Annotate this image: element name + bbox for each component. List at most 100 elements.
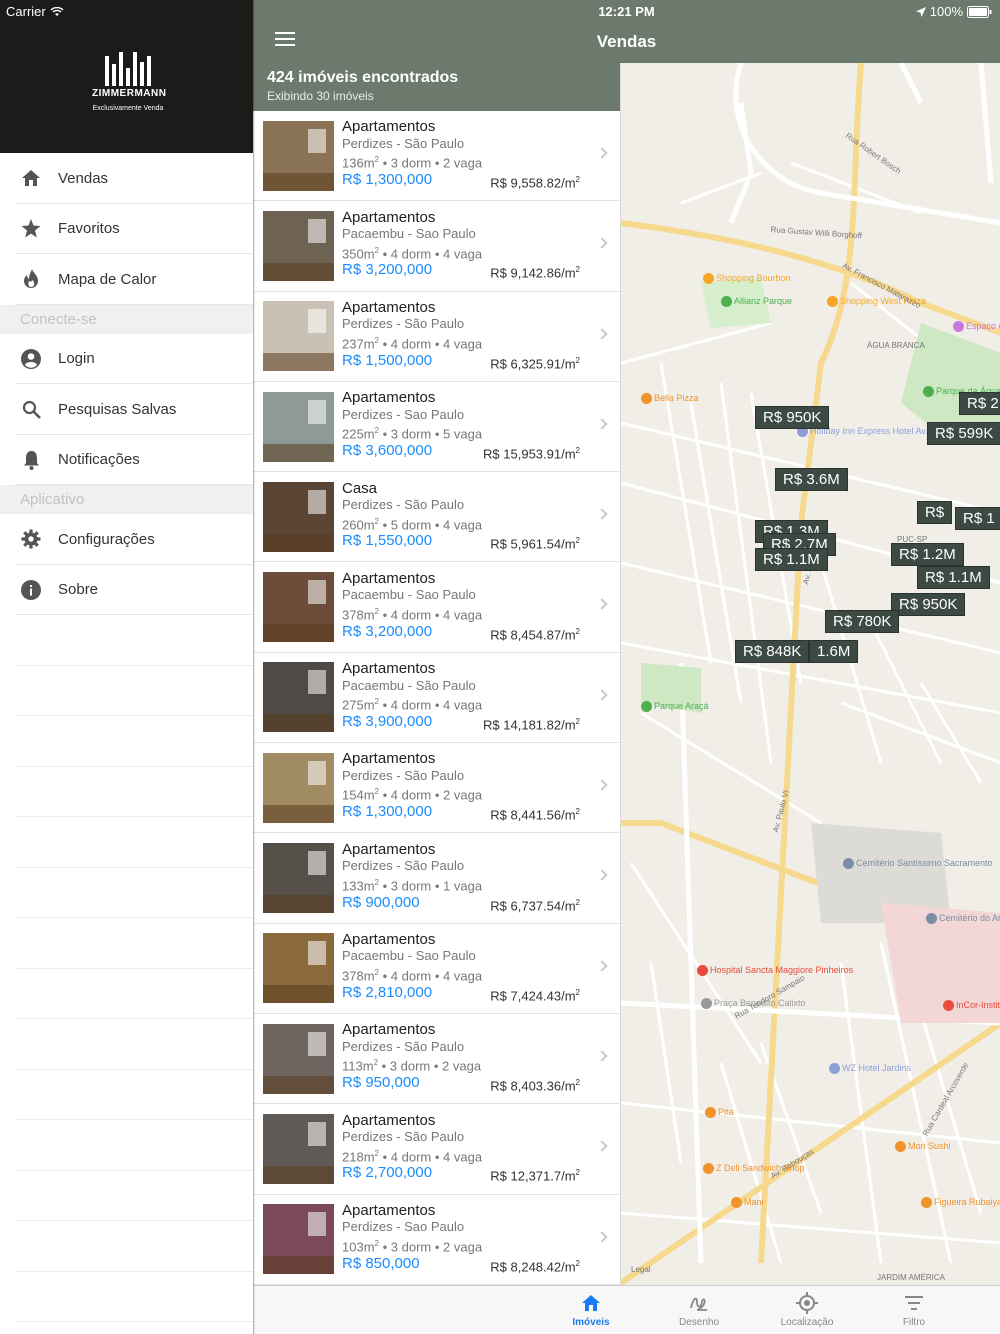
list-item[interactable]: Apartamentos Perdizes - São Paulo 136m2 • … [253,111,620,202]
property-vaga: 2 vaga [443,155,483,171]
property-type: Apartamentos [342,569,436,587]
price-marker[interactable]: R$ 780K [825,610,900,633]
property-area: 225m [342,426,375,442]
property-type: Apartamentos [342,930,436,948]
price-per-m2: R$ 7,424.43/m2 [490,987,580,1004]
price-marker[interactable]: R$ 599K [927,422,1000,445]
property-area: 378m [342,968,375,984]
price-per-m2-value: R$ 8,248.42/m [490,1259,576,1275]
home-icon [20,167,42,189]
list-item[interactable]: Apartamentos Pacaembu - São Paulo 275m2 • … [253,653,620,744]
property-dorm: 3 dorm [390,878,432,894]
property-specs: 113m2 • 3 dorm • 2 vaga [342,1058,482,1074]
price-marker[interactable]: R$ 950K [755,406,830,429]
property-list[interactable]: 424 imóveis encontrados Exibindo 30 imóv… [253,63,620,1285]
price-marker[interactable]: R$ 1.1M [755,548,828,571]
list-item[interactable]: Apartamentos Perdizes - Sao Paulo 225m2 • … [253,382,620,473]
property-info: Apartamentos Pacaembu - São Paulo 275m2 • … [342,661,620,734]
location-arrow-icon [915,6,926,17]
poi-pin-icon [641,393,652,405]
property-price: R$ 2,700,000 [342,1164,433,1182]
property-vaga: 2 vaga [443,1239,483,1255]
list-item[interactable]: Apartamentos Perdizes - São Paulo 154m2 • … [253,743,620,834]
list-item[interactable]: Apartamentos Pacaembu - Sao Paulo 378m2 • … [253,562,620,653]
map-view[interactable]: Shopping Bourbon Allianz Parque Shopping W… [620,63,1000,1285]
property-area: 260m [342,516,375,532]
sidebar-item-label: Mapa de Calor [58,270,157,288]
property-specs: 136m2 • 3 dorm • 2 vaga [342,155,483,171]
map-poi[interactable]: Cemitério do Araçá [926,913,1000,925]
map-poi[interactable]: InCor-Instit do Coraçã [943,1000,1000,1012]
map-poi[interactable]: Mori Sushi [895,1141,951,1153]
property-photo [263,120,334,191]
sidebar-item-notificacoes[interactable]: Notificações [0,435,253,486]
section-header-aplicativo: Aplicativo [0,485,253,514]
info-icon [20,579,42,601]
sidebar-item-configuracoes[interactable]: Configurações [0,514,253,565]
tab-label: Filtro [902,1317,926,1328]
map-poi[interactable]: Espaço das Américas [953,321,1000,333]
map-poi[interactable]: Bella Pizza [641,393,699,405]
map-poi[interactable]: Pita [705,1107,734,1119]
list-item[interactable]: Apartamentos Pacaembu - Sao Paulo 350m2 • … [253,201,620,292]
list-item[interactable]: Apartamentos Perdizes - Sao Paulo 103m2 • … [253,1195,620,1285]
sidebar-item-sobre[interactable]: Sobre [0,565,253,616]
price-marker[interactable]: R$ 2 [959,392,1000,415]
sidebar-item-mapa-de-calor[interactable]: Mapa de Calor [0,254,253,305]
poi-pin-icon [843,858,854,870]
price-marker[interactable]: R$ 1 [955,507,1000,530]
page-title: Vendas [596,32,657,51]
map-poi[interactable]: Parque Araçá [641,701,709,713]
price-marker[interactable]: R$ 3.6M [775,468,848,491]
tab-imoveis[interactable]: Imóveis [546,1292,636,1328]
map-poi[interactable]: WZ Hotel Jardins [829,1063,911,1075]
price-per-m2: R$ 9,142.86/m2 [490,265,580,281]
sidebar-item-favoritos[interactable]: Favoritos [0,204,253,255]
price-per-m2-value: R$ 9,558.82/m [490,175,576,191]
price-marker[interactable]: 1.6M [809,640,859,663]
property-specs: 154m2 • 4 dorm • 2 vaga [342,787,483,803]
map-poi[interactable]: Mani [731,1197,764,1209]
list-item[interactable]: Apartamentos Pacaembu - Sao Paulo 378m2 • … [253,924,620,1014]
poi-pin-icon [827,296,838,308]
property-specs: 275m2 • 4 dorm • 4 vaga [342,697,483,713]
property-dorm: 3 dorm [390,1239,432,1255]
list-item[interactable]: Apartamentos Perdizes - São Paulo 218m2 • … [253,1104,620,1195]
property-price: R$ 3,900,000 [342,712,433,730]
price-marker[interactable]: R$ 848K [735,640,810,663]
list-item[interactable]: Apartamentos Perdizes - São Paulo 133m2 • … [253,833,620,924]
property-vaga: 4 vaga [443,245,483,261]
tab-bar: Imóveis Desenho Localização Filtro [253,1285,1000,1334]
price-marker[interactable]: R$ [917,501,953,524]
price-marker[interactable]: R$ 1.2M [891,543,964,566]
map-poi[interactable]: Allianz Parque [721,296,792,308]
sidebar-item-login[interactable]: Login [0,334,253,385]
tab-localizacao[interactable]: Localização [762,1292,852,1328]
property-info: Apartamentos Perdizes - Sao Paulo 103m2 • … [342,1202,620,1276]
property-info: Apartamentos Pacaembu - Sao Paulo 378m2 • … [342,569,620,644]
empty-row [0,1272,253,1323]
property-price: R$ 3,600,000 [342,442,433,460]
tab-filtro[interactable]: Filtro [869,1292,959,1328]
flame-icon [20,268,42,290]
map-poi[interactable]: Shopping Bourbon [703,273,791,285]
poi-label: Mani [744,1197,764,1207]
price-marker[interactable]: R$ 950K [891,593,966,616]
sidebar-item-pesquisas-salvas[interactable]: Pesquisas Salvas [0,384,253,435]
property-dorm: 4 dorm [390,607,432,623]
property-specs: 260m2 • 5 dorm • 4 vaga [342,516,483,532]
tab-desenho[interactable]: Desenho [654,1292,744,1328]
property-info: Apartamentos Perdizes - São Paulo 136m2 • … [342,119,620,192]
map-poi[interactable]: Hospital Sancta Maggiore Pinheiros [697,965,853,977]
list-item[interactable]: Casa Perdizes - São Paulo 260m2 • 5 dorm •… [253,472,620,563]
empty-row [0,817,253,868]
price-marker[interactable]: R$ 1.1M [917,566,990,589]
property-vaga: 4 vaga [443,697,483,713]
list-item[interactable]: Apartamentos Perdizes - São Paulo 237m2 • … [253,292,620,382]
map-poi[interactable]: Figueira Rubaiyat [921,1197,1000,1209]
sidebar-item-vendas[interactable]: Vendas [0,153,253,204]
map-poi[interactable]: Cemitério Santíssimo Sacramento [843,858,993,870]
property-vaga: 4 vaga [443,968,483,984]
list-item[interactable]: Apartamentos Perdizes - São Paulo 113m2 • … [253,1014,620,1105]
sidebar-item-label: Pesquisas Salvas [58,400,177,418]
